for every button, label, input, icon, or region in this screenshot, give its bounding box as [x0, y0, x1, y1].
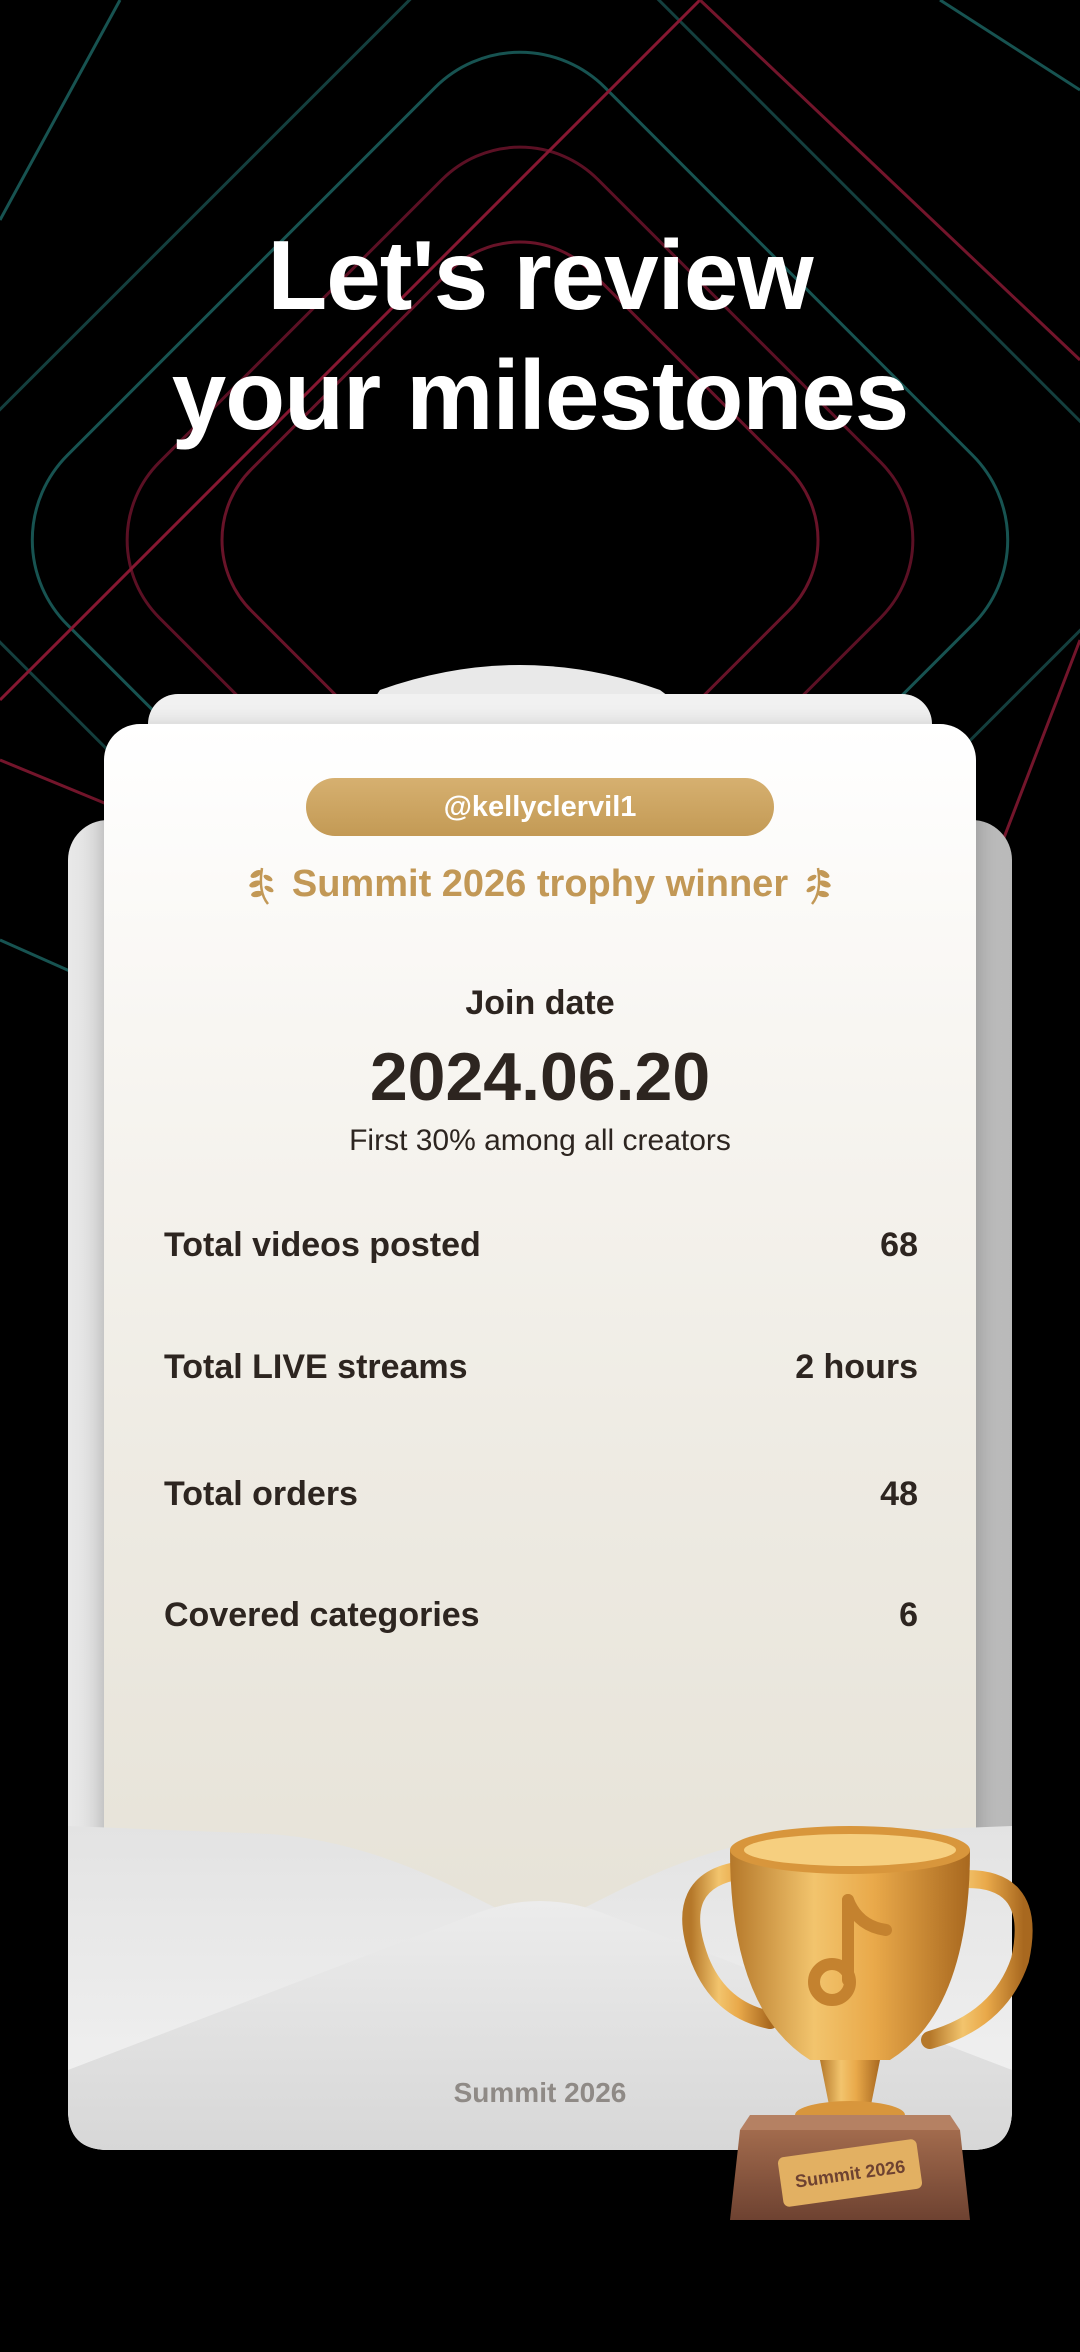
join-date-subtitle: First 30% among all creators — [349, 1124, 731, 1157]
stat-row-live: Total LIVE streams 2 hours — [164, 1348, 918, 1387]
username-badge: @kellyclervil1 — [306, 778, 774, 836]
laurel-right-icon — [806, 867, 831, 905]
stat-value: 68 — [880, 1226, 918, 1264]
stat-label: Total orders — [164, 1475, 358, 1513]
trophy-winner-title: Summit 2026 trophy winner — [0, 862, 1080, 906]
join-date-value: 2024.06.20 — [369, 1039, 711, 1115]
trophy-title-text: Summit 2026 trophy winner — [291, 862, 789, 905]
stat-row-orders: Total orders 48 — [164, 1475, 918, 1514]
stat-value: 6 — [899, 1596, 918, 1634]
stat-row-categories: Covered categories 6 — [164, 1596, 918, 1635]
stat-row-videos: Total videos posted 68 — [164, 1226, 918, 1265]
stat-value: 2 hours — [795, 1348, 918, 1386]
laurel-left-icon — [249, 867, 274, 905]
stat-label: Total videos posted — [164, 1226, 481, 1264]
stat-label: Total LIVE streams — [164, 1348, 468, 1386]
milestone-card — [104, 724, 976, 1944]
trophy-icon: Summit 2026 — [682, 1826, 1033, 2220]
stat-value: 48 — [880, 1475, 918, 1513]
join-date-label: Join date — [465, 984, 615, 1022]
stat-label: Covered categories — [164, 1596, 480, 1634]
